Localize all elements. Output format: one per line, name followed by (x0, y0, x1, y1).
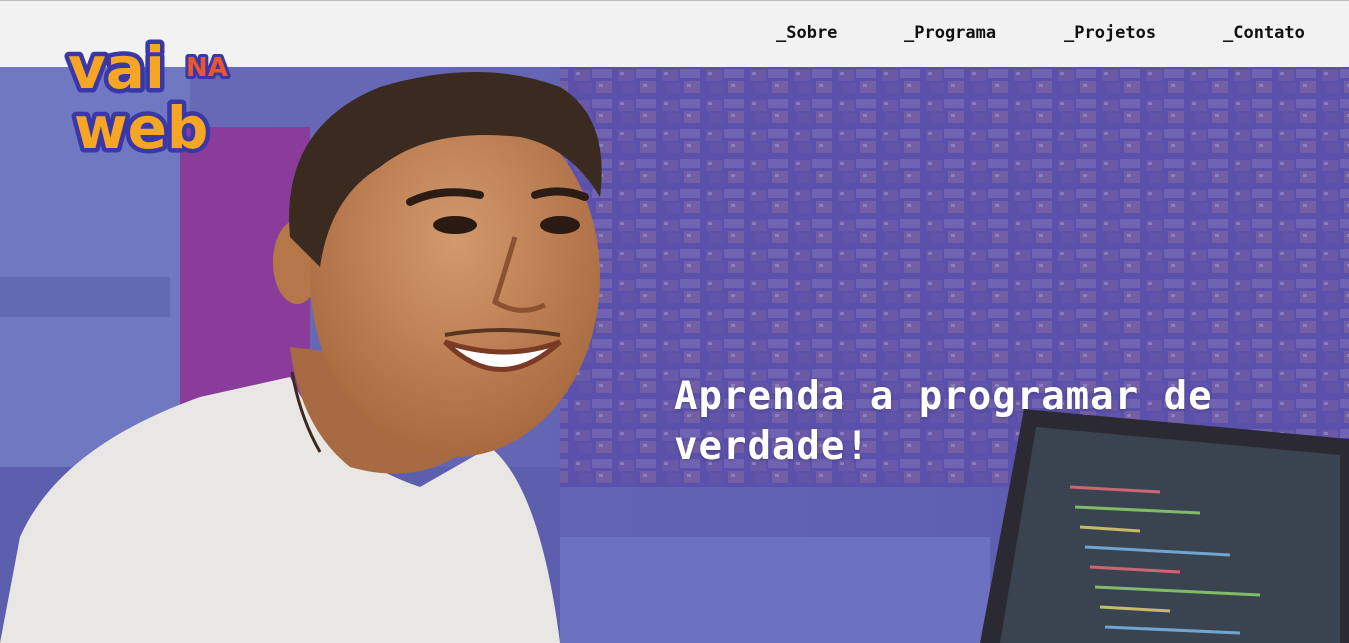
vai-na-web-logo[interactable]: vai NA web (62, 26, 262, 167)
hero-headline: Aprenda a programar de verdade! (674, 374, 1213, 469)
svg-text:vai: vai (68, 34, 165, 102)
nav-link-projetos[interactable]: _Projetos (1064, 23, 1156, 43)
nav-link-programa[interactable]: _Programa (904, 23, 996, 43)
svg-text:NA: NA (186, 53, 228, 83)
nav-link-sobre[interactable]: _Sobre (776, 23, 837, 43)
nav-link-contato[interactable]: _Contato (1223, 23, 1305, 43)
svg-text:web: web (74, 94, 208, 162)
logo-graphic: vai NA web (64, 30, 231, 167)
page: _Sobre _Programa _Projetos _Contato vai … (0, 0, 1349, 643)
